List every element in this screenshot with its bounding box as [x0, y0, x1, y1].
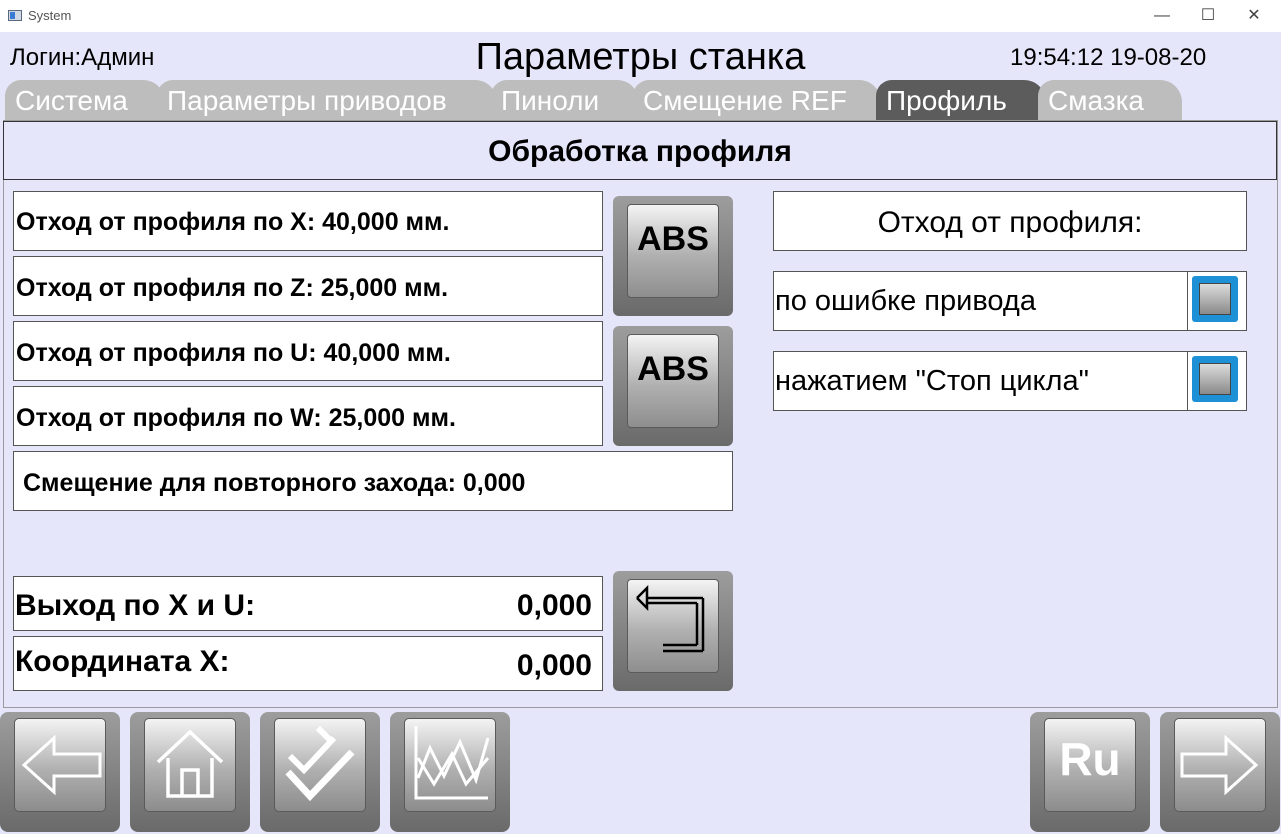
tab-drive-params[interactable]: Параметры приводов — [157, 80, 497, 120]
datetime-display: 19:54:12 19-08-20 — [1010, 44, 1207, 71]
close-button[interactable]: ✕ — [1231, 4, 1277, 28]
retract-w-field[interactable]: Отход от профиля по W: 25,000 мм. — [13, 386, 603, 446]
chart-icon — [414, 726, 490, 800]
retract-option-stop-cycle[interactable]: нажатием "Стоп цикла" — [773, 351, 1247, 411]
tab-ref-offset[interactable]: Смещение REF — [633, 80, 881, 120]
retract-option-drive-error-label: по ошибке привода — [775, 285, 1036, 317]
abs-button-uw[interactable]: ABS — [613, 326, 733, 446]
section-title: Обработка профиля — [3, 121, 1277, 180]
arrow-right-icon — [1180, 734, 1259, 796]
return-arrow-icon — [636, 584, 705, 653]
tab-bar: Система Параметры приводов Пиноли Смещен… — [0, 80, 1281, 120]
window-title: System — [28, 8, 72, 23]
checkbox-box — [1192, 356, 1238, 402]
tab-quills[interactable]: Пиноли — [491, 80, 639, 120]
exit-profile-button[interactable] — [613, 571, 733, 691]
coord-x-field[interactable]: Координата X: 0,000 — [13, 636, 603, 691]
window-titlebar: System — ☐ ✕ — [0, 0, 1281, 32]
minimize-button[interactable]: — — [1139, 4, 1185, 28]
exit-xu-label: Выход по X и U: — [15, 589, 256, 622]
retract-x-field[interactable]: Отход от профиля по X: 40,000 мм. — [13, 191, 603, 251]
drive-error-checkbox[interactable] — [1187, 272, 1246, 330]
exit-xu-value: 0,000 — [516, 589, 592, 622]
check-pen-icon — [285, 725, 355, 802]
coord-x-label: Координата X: — [15, 645, 230, 678]
stop-cycle-checkbox[interactable] — [1187, 352, 1246, 410]
chart-button[interactable] — [390, 712, 510, 832]
coord-x-value: 0,000 — [516, 649, 592, 682]
app-icon — [8, 10, 22, 21]
retract-options-title: Отход от профиля: — [773, 191, 1247, 251]
tab-lubrication[interactable]: Смазка — [1038, 80, 1182, 120]
forward-button[interactable] — [1160, 712, 1280, 832]
language-button[interactable]: Ru — [1030, 712, 1150, 832]
tab-profile[interactable]: Профиль — [876, 80, 1046, 120]
save-button[interactable] — [260, 712, 380, 832]
abs-button-label: ABS — [637, 350, 709, 388]
retract-u-field[interactable]: Отход от профиля по U: 40,000 мм. — [13, 321, 603, 381]
back-button[interactable] — [0, 712, 120, 832]
retract-option-stop-cycle-label: нажатием "Стоп цикла" — [775, 365, 1089, 397]
arrow-left-icon — [21, 734, 102, 796]
checkbox-box — [1192, 276, 1238, 322]
tab-system[interactable]: Система — [5, 80, 165, 120]
retract-z-field[interactable]: Отход от профиля по Z: 25,000 мм. — [13, 256, 603, 316]
exit-xu-field[interactable]: Выход по X и U: 0,000 — [13, 576, 603, 631]
maximize-button[interactable]: ☐ — [1185, 4, 1231, 28]
home-button[interactable] — [130, 712, 250, 832]
retract-option-drive-error[interactable]: по ошибке привода — [773, 271, 1247, 331]
reentry-offset-field[interactable]: Смещение для повторного захода: 0,000 — [13, 451, 733, 511]
abs-button-label: ABS — [637, 220, 709, 258]
language-label: Ru — [1059, 733, 1121, 785]
home-icon — [156, 729, 224, 798]
abs-button-xz[interactable]: ABS — [613, 196, 733, 316]
